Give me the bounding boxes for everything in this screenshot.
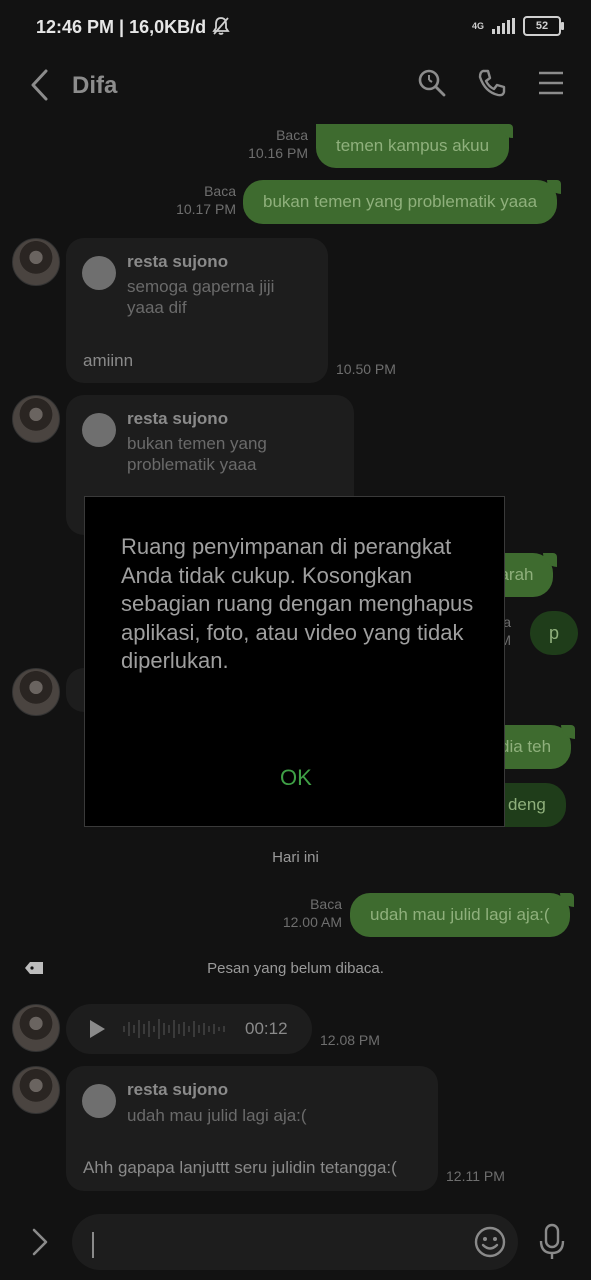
message-time: 10.16 PM xyxy=(248,145,308,161)
message-text: Ahh gapapa lanjuttt seru julidin tetangg… xyxy=(83,1158,397,1177)
emoji-icon[interactable] xyxy=(474,1226,506,1258)
read-status: Baca xyxy=(310,896,342,912)
message-meta: Baca 10.17 PM xyxy=(160,182,236,218)
quote-text: bukan temen yang problematik yaaa xyxy=(127,434,267,474)
message-text: udah mau julid lagi aja:( xyxy=(370,905,550,924)
status-time: 12:46 PM | 16,0KB/d xyxy=(36,16,231,38)
quote-name: resta sujono xyxy=(127,252,229,271)
back-icon[interactable] xyxy=(28,68,52,102)
signal-icon xyxy=(492,18,515,34)
read-status: Baca xyxy=(276,127,308,143)
search-icon[interactable] xyxy=(417,68,447,98)
date-divider: Hari ini xyxy=(272,849,319,866)
message-input[interactable] xyxy=(72,1214,518,1270)
quote-name: resta sujono xyxy=(127,1080,229,1099)
message-text: dia teh xyxy=(500,737,552,756)
voice-duration: 00:12 xyxy=(245,1019,288,1038)
message-time: 12.08 PM xyxy=(320,1032,380,1048)
message-time: 10.50 PM xyxy=(336,361,396,377)
unread-divider: Pesan yang belum dibaca. xyxy=(207,960,384,977)
message-meta: Baca 10.16 PM xyxy=(230,126,308,162)
message-text: temen kampus akuu xyxy=(336,136,490,155)
quote-text: semoga gaperna jiji yaaa dif xyxy=(127,277,275,317)
status-speed: 16,0KB/d xyxy=(129,17,207,37)
quote-avatar xyxy=(82,413,116,447)
message-text: p xyxy=(548,623,559,643)
avatar[interactable] xyxy=(12,668,60,716)
received-message[interactable]: resta sujono udah mau julid lagi aja:( A… xyxy=(66,1066,438,1191)
avatar[interactable] xyxy=(12,238,60,286)
chat-header: Difa xyxy=(0,56,591,118)
mute-bell-icon xyxy=(212,17,230,35)
dialog-message: Ruang penyimpanan di perangkat Anda tida… xyxy=(121,534,474,673)
message-time: 12.11 PM xyxy=(446,1168,505,1184)
status-bar: 12:46 PM | 16,0KB/d 4G 52 xyxy=(0,0,591,56)
battery-icon: 52 xyxy=(523,16,564,36)
quote-name: resta sujono xyxy=(127,409,229,428)
menu-icon[interactable] xyxy=(537,68,565,98)
expand-icon[interactable] xyxy=(30,1227,50,1257)
message-time: 10.17 PM xyxy=(176,201,236,217)
network-type: 4G xyxy=(471,20,484,31)
message-text: bukan temen yang problematik yaaa xyxy=(263,192,538,211)
message-time: 12.00 AM xyxy=(282,914,342,930)
quote-text: udah mau julid lagi aja:( xyxy=(127,1106,307,1125)
read-status: Baca xyxy=(204,183,236,199)
sent-message[interactable]: temen kampus akuu xyxy=(316,124,514,168)
message-text: amiinn xyxy=(83,351,134,370)
text-cursor xyxy=(92,1232,94,1258)
storage-warning-dialog: Ruang penyimpanan di perangkat Anda tida… xyxy=(84,496,505,827)
voice-message[interactable]: 00:12 xyxy=(66,1004,312,1054)
quote-avatar xyxy=(82,256,116,290)
received-message[interactable]: resta sujono semoga gaperna jiji yaaa di… xyxy=(66,238,328,383)
ok-button[interactable]: OK xyxy=(280,765,312,791)
avatar[interactable] xyxy=(12,395,60,443)
avatar[interactable] xyxy=(12,1004,60,1052)
input-bar xyxy=(0,1205,591,1280)
sent-message[interactable]: bukan temen yang problematik yaaa xyxy=(243,180,562,224)
waveform-icon xyxy=(123,1019,225,1039)
chat-title[interactable]: Difa xyxy=(72,72,117,100)
phone-icon[interactable] xyxy=(477,68,507,98)
sent-message[interactable]: udah mau julid lagi aja:( xyxy=(350,893,574,937)
sent-message[interactable]: p xyxy=(530,611,578,655)
avatar[interactable] xyxy=(12,1066,60,1114)
message-meta: Baca 12.00 AM xyxy=(268,895,342,931)
quote-avatar xyxy=(82,1084,116,1118)
mic-icon[interactable] xyxy=(538,1223,566,1261)
status-indicators: 4G 52 xyxy=(471,14,564,38)
play-icon[interactable] xyxy=(88,1019,106,1039)
